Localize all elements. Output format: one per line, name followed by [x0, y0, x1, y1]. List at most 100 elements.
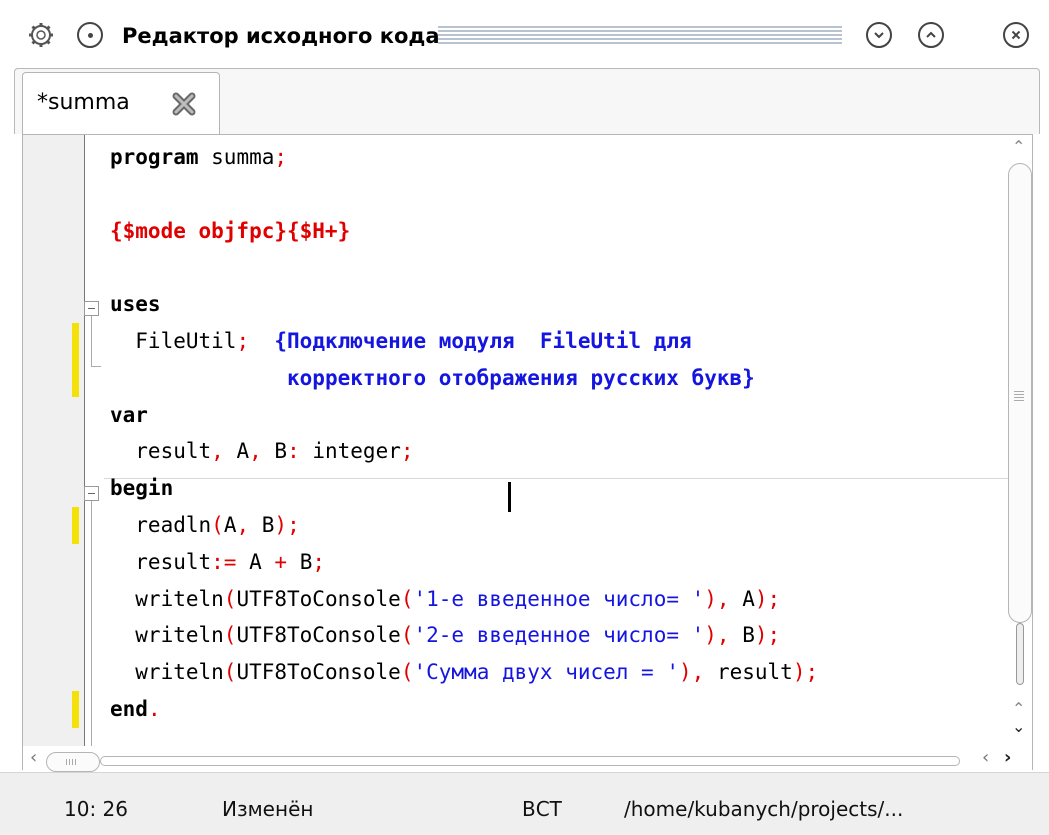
code-line[interactable]: program summa;	[110, 139, 287, 175]
modified-line-marker	[72, 691, 79, 728]
horizontal-scroll-track[interactable]	[100, 756, 960, 766]
code-line[interactable]: uses	[110, 286, 161, 322]
code-line[interactable]: writeln(UTF8ToConsole('2-е введенное чис…	[110, 617, 780, 653]
code-token: integer	[299, 439, 401, 464]
code-token: writeln	[110, 660, 224, 685]
code-token: ),	[704, 586, 730, 611]
file-path: /home/kubanych/projects/...	[624, 797, 904, 821]
fold-toggle-begin[interactable]	[84, 486, 99, 501]
code-token: корректного отображения русских букв}	[287, 365, 755, 390]
code-token: B	[287, 549, 313, 574]
code-token: (	[400, 660, 414, 685]
code-line[interactable]: result:= A + B;	[110, 544, 325, 580]
scroll-left-icon[interactable]: ‹	[30, 749, 37, 767]
code-token: var	[110, 402, 148, 427]
modified-line-marker	[72, 507, 79, 544]
gutter	[23, 135, 84, 746]
fold-guide	[91, 501, 92, 746]
minimize-icon[interactable]	[866, 22, 892, 48]
scroll-down-icon[interactable]: ⌄	[1012, 719, 1025, 735]
code-line[interactable]: FileUtil; {Подключение модуля FileUtil д…	[110, 323, 692, 359]
code-token: summa	[198, 145, 275, 169]
code-line[interactable]: end.	[110, 691, 161, 727]
code-token: writeln	[110, 623, 224, 648]
code-token: ;	[274, 145, 288, 169]
code-token: .	[147, 697, 161, 721]
tab-summa[interactable]: *summa	[22, 72, 220, 136]
code-token: ,	[236, 513, 250, 537]
code-token: (	[400, 586, 414, 611]
close-tab-icon[interactable]	[169, 89, 199, 119]
code-token: (	[223, 586, 237, 611]
code-token: B	[729, 623, 755, 648]
insert-mode[interactable]: ВСТ	[522, 796, 562, 822]
code-token: '1-е введенное число= '	[413, 586, 705, 611]
code-token: A	[223, 439, 250, 464]
code-line[interactable]: корректного отображения русских букв}	[110, 360, 755, 396]
code-line[interactable]: writeln(UTF8ToConsole('1-е введенное чис…	[110, 581, 780, 617]
tab-label: *summa	[37, 90, 130, 115]
grip-icon	[1014, 391, 1024, 401]
code-token: result	[110, 439, 212, 464]
code-token: B	[249, 513, 275, 537]
code-token: A	[223, 513, 237, 537]
code-token: ),	[679, 660, 705, 685]
gutter-divider	[84, 135, 85, 746]
code-token: (	[211, 513, 224, 537]
code-token: FileUtil	[110, 329, 237, 353]
code-token: program	[110, 145, 199, 169]
code-token: result	[704, 660, 793, 685]
modified-status: Изменён	[222, 797, 314, 821]
code-token: {Подключение модуля FileUtil для	[274, 329, 692, 353]
code-line[interactable]: var	[110, 397, 148, 433]
app-menu-icon[interactable]	[28, 22, 54, 48]
code-line[interactable]: begin	[110, 470, 173, 506]
code-token: writeln	[110, 586, 224, 611]
code-token: ,	[249, 439, 262, 464]
scroll-left-icon[interactable]: ‹	[982, 749, 989, 767]
code-token: '2-е введенное число= '	[413, 623, 705, 648]
modified-line-marker	[72, 323, 79, 360]
code-token: :	[287, 439, 300, 464]
code-token: readln	[110, 513, 212, 537]
code-line[interactable]: readln(A, B);	[110, 507, 300, 543]
code-token: ;	[236, 329, 250, 353]
code-token: A	[729, 586, 755, 611]
code-token: );	[754, 586, 781, 611]
code-token: (	[223, 660, 237, 685]
code-token: UTF8ToConsole	[236, 660, 401, 685]
grip-icon	[66, 759, 78, 765]
code-token: (	[400, 623, 414, 648]
code-token: (	[223, 623, 237, 648]
code-token: ,	[211, 439, 224, 464]
cursor-position: 10: 26	[64, 797, 128, 821]
code-token: );	[754, 623, 781, 648]
title-bar: Редактор исходного кода	[0, 0, 1049, 68]
code-token: ),	[704, 623, 730, 648]
code-line[interactable]: result, A, B: integer;	[110, 433, 413, 469]
code-token: end	[110, 697, 148, 721]
code-token: ;	[312, 549, 325, 574]
code-token: UTF8ToConsole	[236, 623, 401, 648]
code-token: :=	[211, 549, 237, 574]
code-token: UTF8ToConsole	[236, 586, 401, 611]
close-window-icon[interactable]	[1003, 22, 1029, 48]
code-line[interactable]: {$mode objfpc}{$H+}	[110, 213, 350, 249]
code-token: B	[261, 439, 288, 464]
code-token: );	[274, 513, 300, 537]
scroll-up-icon[interactable]: ⌃	[1012, 139, 1025, 155]
scroll-up-icon[interactable]: ⌃	[1012, 701, 1025, 717]
code-editor[interactable]: program summa; {$mode objfpc}{$H+} uses Fi…	[100, 135, 1008, 746]
window-menu-icon[interactable]	[77, 22, 103, 48]
vertical-scroll-track[interactable]	[1016, 623, 1024, 685]
code-token: begin	[110, 476, 174, 501]
code-token: 'Сумма двух чисел = '	[413, 660, 679, 685]
code-token: +	[274, 549, 288, 574]
maximize-icon[interactable]	[918, 22, 944, 48]
scroll-right-icon[interactable]: ›	[1004, 749, 1011, 767]
fold-toggle-uses[interactable]	[84, 301, 99, 316]
code-line[interactable]: writeln(UTF8ToConsole('Сумма двух чисел …	[110, 654, 818, 690]
code-token: result	[110, 549, 212, 574]
